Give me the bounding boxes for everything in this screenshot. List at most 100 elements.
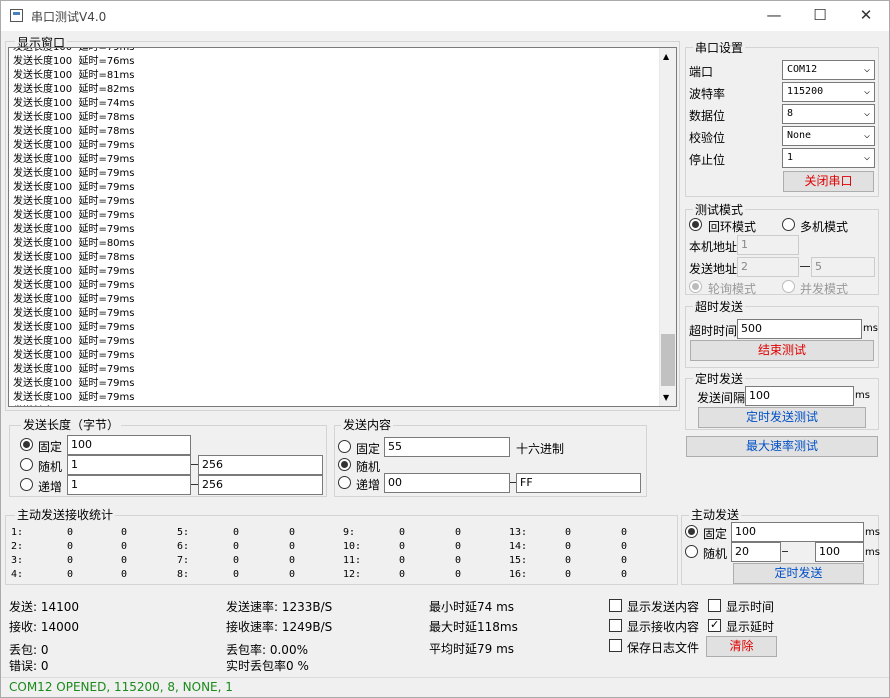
length-increment-radio[interactable] xyxy=(20,478,33,491)
stopbits-select[interactable]: 1 ⌵ xyxy=(782,148,875,168)
stats-cell: 1: xyxy=(11,527,24,538)
scroll-up-icon[interactable]: ▲ xyxy=(663,52,669,61)
poll-mode-radio[interactable] xyxy=(689,280,702,293)
end-test-button[interactable]: 结束测试 xyxy=(690,340,874,361)
content-inc-from-input[interactable]: 00 xyxy=(384,473,510,493)
save-log-checkbox[interactable] xyxy=(609,639,622,652)
interval-input[interactable]: 100 xyxy=(745,386,854,406)
log-line: 发送长度100 延时=80ms xyxy=(13,238,135,249)
active-fixed-input[interactable]: 100 xyxy=(731,522,864,542)
max-rate-test-button[interactable]: 最大速率测试 xyxy=(686,436,878,457)
stats-cell: 0 xyxy=(233,527,240,538)
sent-count: 发送: 14100 xyxy=(9,600,80,614)
stats-cell: 5: xyxy=(177,527,190,538)
active-timer-send-button[interactable]: 定时发送 xyxy=(733,563,864,584)
length-random-radio[interactable] xyxy=(20,458,33,471)
stats-cell: 0 xyxy=(621,541,628,552)
content-inc-to-input[interactable]: FF xyxy=(516,473,641,493)
timer-test-button[interactable]: 定时发送测试 xyxy=(698,407,866,428)
active-random-to-input[interactable]: 100 xyxy=(815,542,864,562)
send-addr-from-input[interactable]: 2 xyxy=(737,257,799,277)
length-fixed-radio[interactable] xyxy=(20,438,33,451)
parallel-mode-radio[interactable] xyxy=(782,280,795,293)
show-time-checkbox[interactable] xyxy=(708,599,721,612)
local-addr-input[interactable]: 1 xyxy=(737,235,799,255)
content-random-radio[interactable] xyxy=(338,458,351,471)
send-content-title: 发送内容 xyxy=(341,418,394,432)
loss-rate: 丢包率: 0.00% xyxy=(226,643,308,657)
length-random-from-input[interactable]: 1 xyxy=(67,455,191,475)
stats-cell: 0 xyxy=(233,541,240,552)
log-line: 发送长度100 延时=74ms xyxy=(13,98,135,109)
received-count: 接收: 14000 xyxy=(9,620,80,634)
stats-cell: 0 xyxy=(233,555,240,566)
realtime-loss-rate: 实时丢包率0 % xyxy=(226,659,309,673)
loopback-radio[interactable] xyxy=(689,218,702,231)
window-title: 串口测试V4.0 xyxy=(31,10,107,24)
log-line: 发送长度100 延时=79ms xyxy=(13,154,135,165)
close-port-button[interactable]: 关闭串口 xyxy=(783,171,874,192)
maximize-button[interactable]: ☐ xyxy=(797,1,843,31)
length-random-to-input[interactable]: 256 xyxy=(198,455,323,475)
log-scrollbar[interactable]: ▲ ▼ xyxy=(659,48,676,406)
log-line: 发送长度100 延时=79ms xyxy=(13,224,135,235)
parity-select[interactable]: None ⌵ xyxy=(782,126,875,146)
log-textarea[interactable]: 发送长度100 延时=79ms 发送长度100 延时=76ms 发送长度100 延时… xyxy=(8,47,677,407)
log-line: 发送长度100 延时=79ms xyxy=(13,336,135,347)
send-addr-to-input[interactable]: 5 xyxy=(811,257,875,277)
stats-cell: 0 xyxy=(399,569,406,580)
show-time-label: 显示时间 xyxy=(726,600,775,614)
show-recv-checkbox[interactable] xyxy=(609,619,622,632)
multi-radio[interactable] xyxy=(782,218,795,231)
log-line: 发送长度100 延时=79ms xyxy=(13,168,135,179)
close-window-button[interactable]: ✕ xyxy=(843,1,889,31)
port-select[interactable]: COM12 ⌵ xyxy=(782,60,875,80)
log-line: 发送长度100 延时=79ms xyxy=(13,196,135,207)
app-window: 串口测试V4.0 — ☐ ✕ 显示窗口 发送长度100 延时=79ms 发送长度1… xyxy=(0,0,890,698)
timeout-input[interactable]: 500 xyxy=(737,319,862,339)
stats-cell: 0 xyxy=(67,555,74,566)
chevron-down-icon: ⌵ xyxy=(863,108,870,119)
length-inc-from-input[interactable]: 1 xyxy=(67,475,191,495)
stats-cell: 9: xyxy=(343,527,356,538)
log-line: 发送长度100 延时=79ms xyxy=(13,364,135,375)
stats-cell: 10: xyxy=(343,541,362,552)
length-inc-to-input[interactable]: 256 xyxy=(198,475,323,495)
send-addr-label: 发送地址 xyxy=(689,262,738,276)
parallel-mode-label: 并发模式 xyxy=(800,282,849,296)
log-line: 发送长度100 延时=79ms xyxy=(13,322,135,333)
status-text: COM12 OPENED, 115200, 8, NONE, 1 xyxy=(9,680,233,694)
stats-cell: 0 xyxy=(121,541,128,552)
log-line: 发送长度100 延时=79ms xyxy=(13,392,135,403)
stats-cell: 0 xyxy=(67,527,74,538)
content-fixed-input[interactable]: 55 xyxy=(384,437,510,457)
scroll-down-icon[interactable]: ▼ xyxy=(663,393,669,402)
databits-select[interactable]: 8 ⌵ xyxy=(782,104,875,124)
stats-cell: 3: xyxy=(11,555,24,566)
scroll-thumb[interactable] xyxy=(661,334,675,386)
content-increment-label: 递增 xyxy=(356,478,381,492)
clear-button[interactable]: 清除 xyxy=(706,636,777,657)
show-delay-checkbox[interactable] xyxy=(708,618,721,632)
hex-label: 十六进制 xyxy=(516,442,565,456)
serial-settings-title: 串口设置 xyxy=(693,41,746,55)
stats-cell: 0 xyxy=(621,569,628,580)
lost-count: 丢包: 0 xyxy=(9,643,49,657)
show-send-checkbox[interactable] xyxy=(609,599,622,612)
active-fixed-radio[interactable] xyxy=(685,525,698,538)
active-random-unit: ms xyxy=(865,547,880,558)
content-increment-radio[interactable] xyxy=(338,476,351,489)
stats-cell: 4: xyxy=(11,569,24,580)
active-random-radio[interactable] xyxy=(685,545,698,558)
active-random-from-input[interactable]: 20 xyxy=(731,542,781,562)
stopbits-label: 停止位 xyxy=(689,153,726,167)
max-delay: 最大时延118ms xyxy=(429,620,518,634)
databits-label: 数据位 xyxy=(689,109,726,123)
minimize-button[interactable]: — xyxy=(751,1,797,31)
content-fixed-radio[interactable] xyxy=(338,440,351,453)
baud-select[interactable]: 115200 ⌵ xyxy=(782,82,875,102)
stats-cell: 0 xyxy=(565,527,572,538)
send-rate: 发送速率: 1233B/S xyxy=(226,600,333,614)
stats-cell: 2: xyxy=(11,541,24,552)
length-fixed-input[interactable]: 100 xyxy=(67,435,191,455)
